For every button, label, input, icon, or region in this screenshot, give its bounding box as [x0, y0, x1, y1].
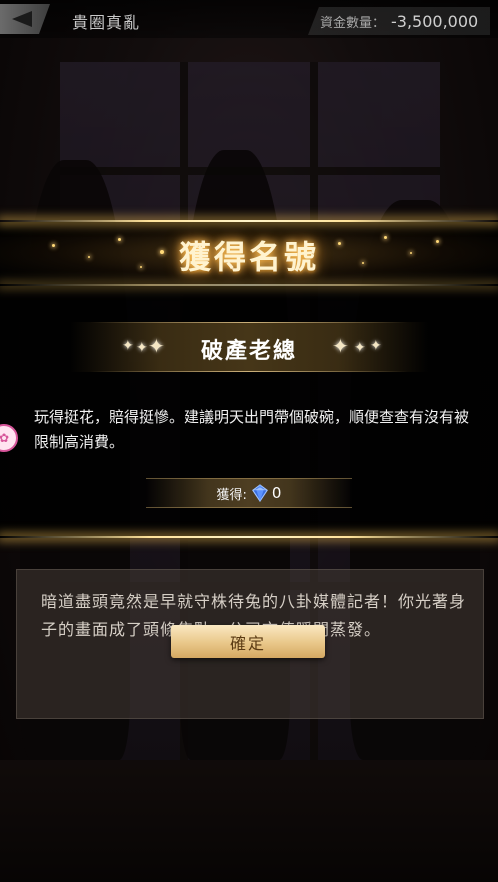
funds-label: 資金數量： [320, 15, 386, 31]
reward-value: 0 [271, 484, 282, 502]
funds-value: -3,500,000 [391, 11, 479, 31]
title-name-plate: ✦ ✦ ✦ ✦ ✦ ✦ 破產老總 [70, 322, 428, 372]
blue-gem-icon [251, 484, 268, 502]
title-description: 玩得挺花，賠得挺慘。建議明天出門帶個破碗，順便查查有沒有被限制高消費。 [34, 408, 470, 451]
top-bar: 貴圈真亂 資金數量： -3,500,000 [0, 0, 498, 38]
back-arrow-icon [12, 11, 32, 27]
back-button[interactable] [0, 4, 50, 34]
funds-display: 資金數量： -3,500,000 [308, 7, 490, 35]
confirm-button[interactable]: 確定 [171, 625, 325, 658]
reward-bar: 獲得: 0 [146, 478, 352, 508]
reward-label: 獲得: [216, 487, 247, 503]
top-gold-line [0, 220, 498, 222]
confirm-button-label: 確定 [229, 635, 266, 653]
banner-title: 獲得名號 [178, 238, 319, 276]
awarded-title-name: 破產老總 [200, 339, 297, 364]
title-award-popup: 獲得名號 ✦ ✦ ✦ ✦ ✦ ✦ 破產老總 ✿ 玩得挺花，賠得挺慘。建議明天出門… [0, 220, 498, 538]
side-badge-icon[interactable]: ✿ [0, 424, 18, 452]
bottom-gold-line [0, 536, 498, 538]
chapter-title: 貴圈真亂 [72, 13, 141, 32]
banner-gold-line [0, 284, 498, 286]
